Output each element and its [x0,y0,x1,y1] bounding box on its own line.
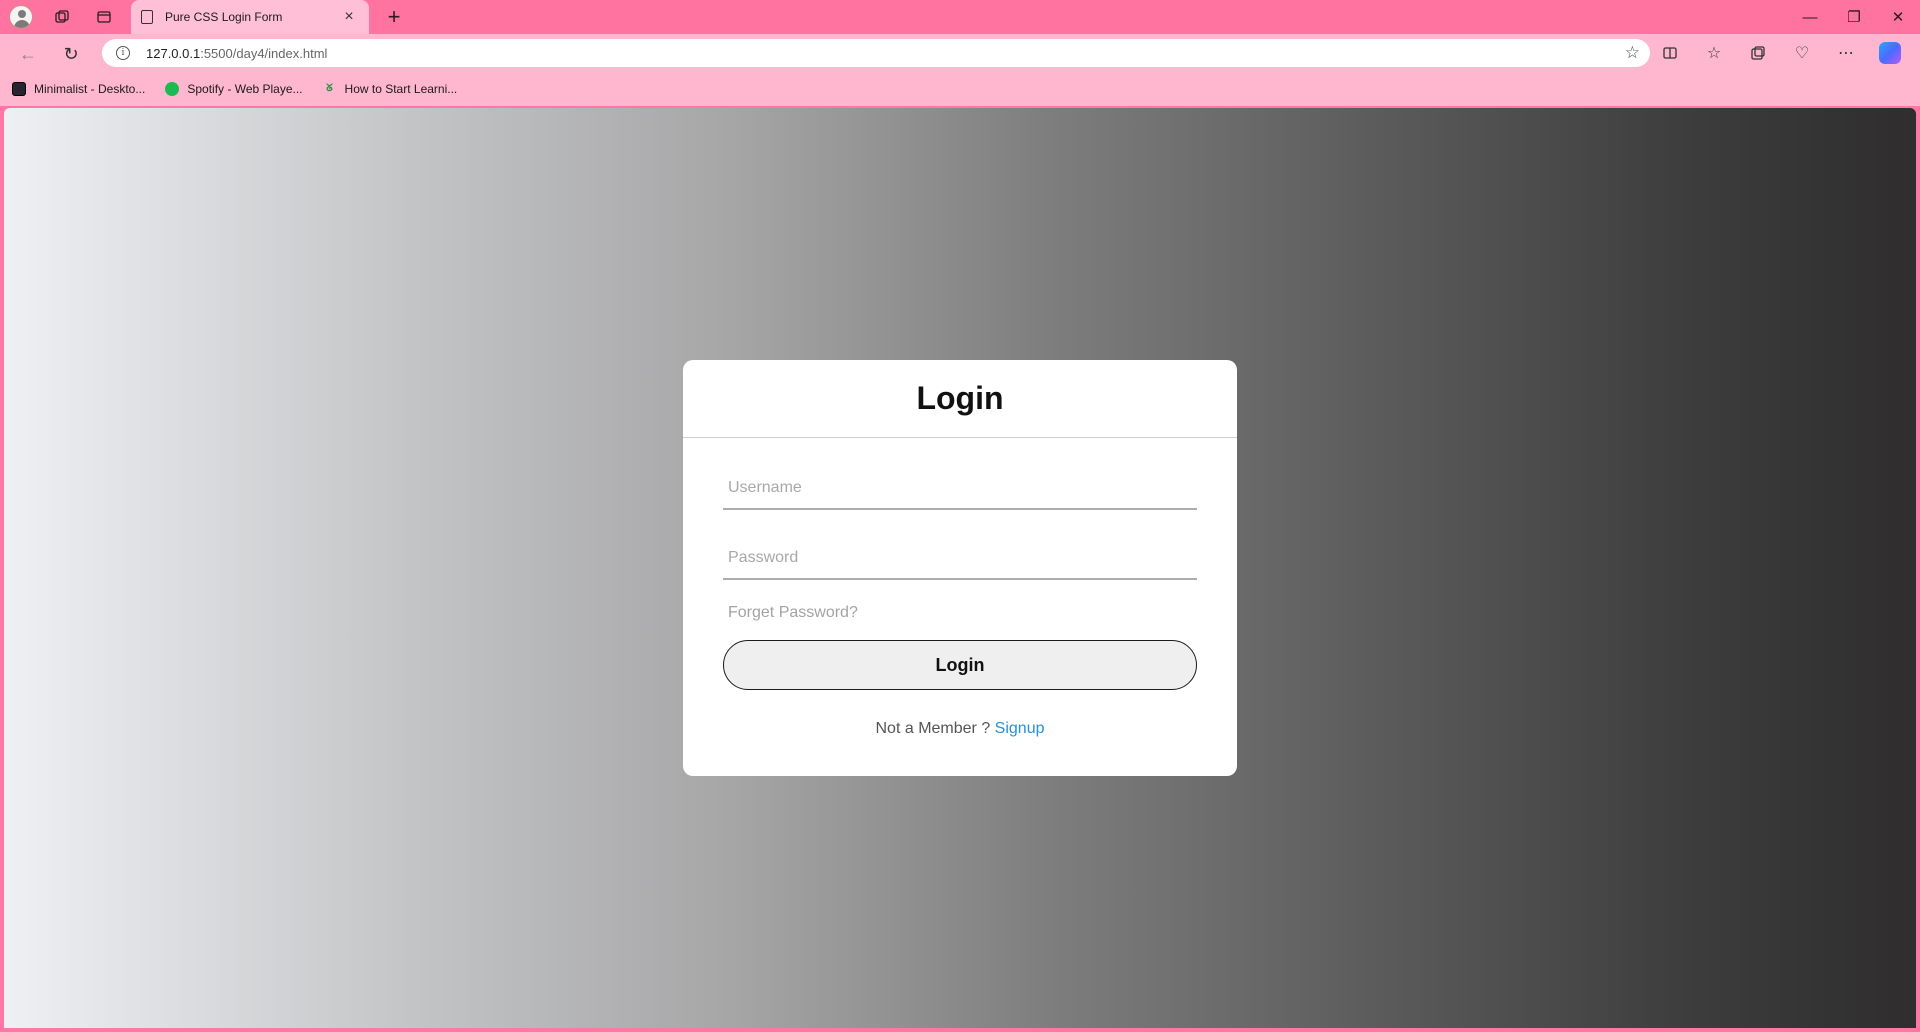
bookmarks-bar: Minimalist - Deskto... Spotify - Web Pla… [0,72,1920,106]
back-arrow-icon[interactable]: ← [14,41,42,67]
reload-icon[interactable]: ↻ [57,41,85,67]
login-button[interactable]: Login [723,640,1197,690]
login-form: Forget Password? Login Not a Member ? Si… [683,468,1237,738]
copilot-icon[interactable] [1868,34,1912,72]
geeksforgeeks-favicon-icon: ᘜ [326,83,333,94]
more-options-icon[interactable]: ⋯ [1824,34,1868,72]
close-window-button[interactable]: ✕ [1876,0,1920,34]
favorites-icon[interactable]: ☆ [1692,34,1736,72]
address-bar[interactable]: i 127.0.0.1:5500/day4/index.html ☆ [102,39,1650,67]
profile-avatar-icon[interactable] [9,5,33,29]
url-host: 127.0.0.1 [146,45,201,61]
login-title: Login [683,360,1237,438]
new-tab-button[interactable]: + [380,3,408,31]
tab-title: Pure CSS Login Form [165,10,283,24]
site-info-icon[interactable]: i [116,46,130,60]
signup-row: Not a Member ? Signup [723,720,1197,738]
signup-prompt: Not a Member ? [875,720,991,737]
tab-actions-icon[interactable] [90,3,118,31]
collections-icon[interactable] [1736,34,1780,72]
minimalist-favicon-icon [12,82,26,96]
bookmark-spotify[interactable]: Spotify - Web Playe... [165,82,303,96]
window-controls: — ❐ ✕ [1788,0,1920,34]
bookmark-label: Minimalist - Deskto... [34,82,146,96]
url-path: :5500/day4/index.html [200,45,328,61]
password-input[interactable] [723,538,1197,578]
password-field-wrapper [723,538,1197,580]
workspaces-icon[interactable] [48,3,76,31]
spotify-favicon-icon [165,82,180,96]
tab-active[interactable]: Pure CSS Login Form × [131,0,369,34]
username-input[interactable] [723,468,1197,508]
username-field-wrapper [723,468,1197,510]
toolbar-actions: ☆ ♡ ⋯ [1648,34,1920,72]
page-icon [141,10,153,24]
bookmark-label: Spotify - Web Playe... [187,82,303,96]
bookmark-geeksforgeeks[interactable]: ᘜ How to Start Learni... [323,82,458,96]
minimize-button[interactable]: — [1788,0,1832,34]
page-viewport: Login Forget Password? Login Not a Membe… [4,108,1916,1028]
browser-essentials-icon[interactable]: ♡ [1780,34,1824,72]
signup-link[interactable]: Signup [995,720,1045,737]
tab-close-icon[interactable]: × [339,8,359,26]
browser-tab-bar: Pure CSS Login Form × + — ❐ ✕ [0,0,1920,34]
favorite-star-icon[interactable]: ☆ [1625,43,1640,63]
forgot-password-link[interactable]: Forget Password? [723,604,1197,622]
bookmark-minimalist[interactable]: Minimalist - Deskto... [12,82,145,96]
bookmark-label: How to Start Learni... [344,82,458,96]
restore-button[interactable]: ❐ [1832,0,1876,34]
split-screen-icon[interactable] [1648,34,1692,72]
browser-toolbar: ← ↻ i 127.0.0.1:5500/day4/index.html ☆ ☆… [0,34,1920,72]
login-card: Login Forget Password? Login Not a Membe… [683,360,1237,776]
